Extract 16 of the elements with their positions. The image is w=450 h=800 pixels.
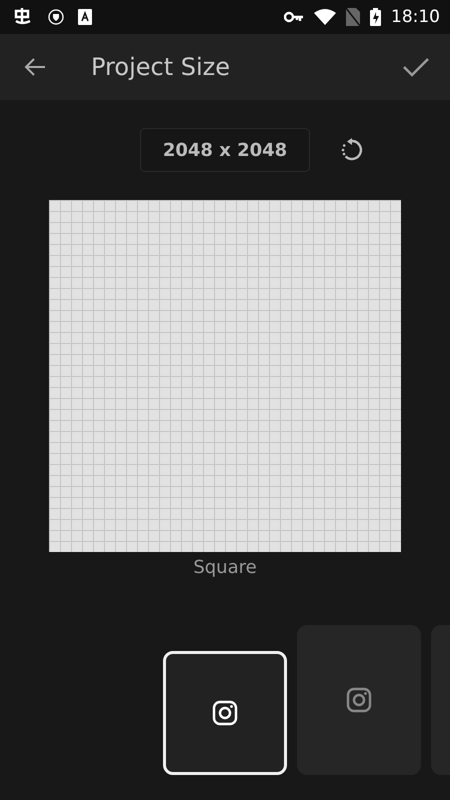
canvas-label: Square (192, 557, 258, 578)
preset-card[interactable] (163, 651, 287, 775)
check-icon[interactable] (402, 57, 430, 77)
back-icon[interactable] (24, 58, 46, 76)
size-field[interactable]: 2048 x 2048 (140, 128, 310, 172)
clock: 18:10 (391, 7, 440, 27)
camera-icon (212, 700, 238, 726)
battery-icon (370, 8, 381, 26)
font-icon (78, 9, 92, 25)
rotate-icon[interactable] (340, 138, 364, 162)
shield-icon (48, 9, 64, 25)
key-icon (284, 11, 304, 23)
sim-icon (346, 8, 360, 26)
wifi-icon (314, 9, 336, 25)
camera-icon (346, 687, 372, 713)
page-title: Project Size (91, 53, 232, 81)
